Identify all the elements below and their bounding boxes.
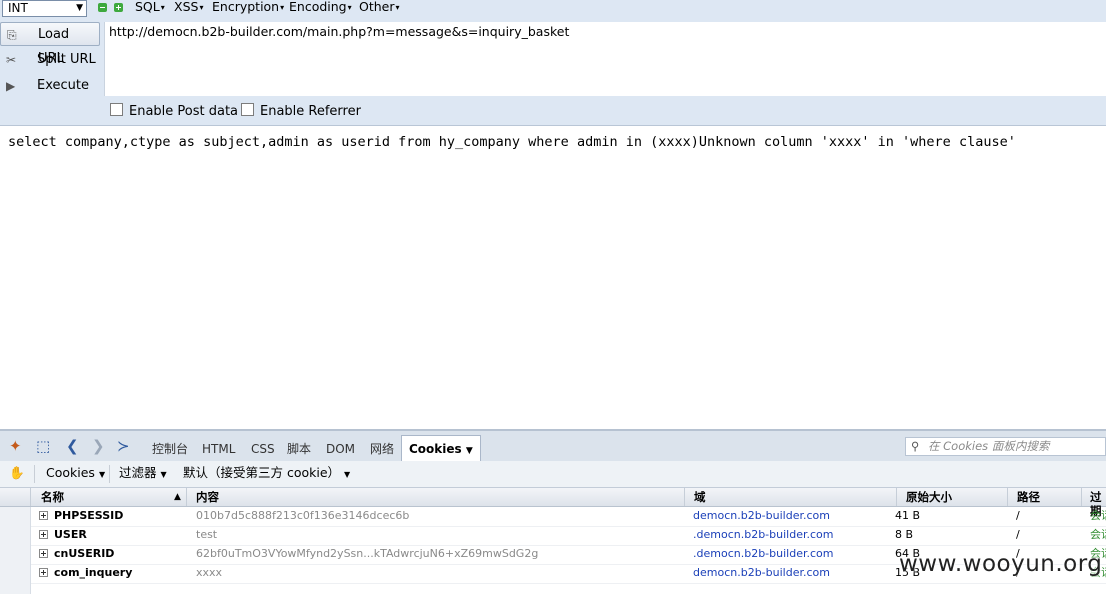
forward-icon[interactable]: ❯: [92, 437, 105, 455]
search-icon: ⚲: [911, 439, 920, 453]
inspect-icon[interactable]: ⬚: [36, 437, 50, 455]
cookie-domain: .democn.b2b-builder.com: [693, 528, 834, 541]
expand-icon[interactable]: [39, 530, 48, 539]
split-url-button[interactable]: ✂ Split URL: [0, 48, 100, 72]
tab-net[interactable]: 网络: [370, 441, 394, 457]
menu-encryption[interactable]: Encryption▾: [212, 0, 284, 16]
watermark: www.wooyun.org: [899, 551, 1103, 577]
table-row[interactable]: PHPSESSID 010b7d5c888f213c0f136e3146dcec…: [31, 507, 1106, 527]
cookie-path: /: [1016, 528, 1020, 541]
type-select-value: INT: [8, 1, 28, 15]
expand-icon[interactable]: [39, 549, 48, 558]
url-textarea[interactable]: http://democn.b2b-builder.com/main.php?m…: [104, 22, 1106, 96]
firebug-tabs-bar: ✦ ⬚ ❮ ❯ ≻ 控制台 HTML CSS 脚本 DOM 网络 Cookies…: [0, 429, 1106, 461]
tab-console[interactable]: 控制台: [152, 441, 188, 457]
tab-css[interactable]: CSS: [251, 441, 275, 457]
sort-ascending-icon: ▲: [174, 492, 181, 502]
execute-button[interactable]: ▶ Execute: [0, 74, 100, 98]
table-row[interactable]: USER test .democn.b2b-builder.com 8 B / …: [31, 526, 1106, 546]
cookies-table-header: 名称 ▲ 内容 域 原始大小 路径 过期: [0, 488, 1106, 518]
cookie-name: USER: [54, 528, 87, 541]
cookie-domain: .democn.b2b-builder.com: [693, 547, 834, 560]
minus-icon[interactable]: [98, 3, 107, 12]
column-path[interactable]: 路径: [1017, 490, 1040, 504]
cookie-permissions-icon[interactable]: ✋: [9, 465, 25, 481]
cookies-toolbar: ✋ Cookies ▼ 过滤器 ▼ 默认（接受第三方 cookie） ▼: [0, 461, 1106, 488]
menu-xss[interactable]: XSS▾: [174, 0, 203, 16]
scissors-icon: ✂: [6, 53, 17, 67]
hackbar-toolbar: INT ▼ SQL▾ XSS▾ Encryption▾ Encoding▾ Ot…: [0, 0, 1106, 18]
column-content[interactable]: 内容: [196, 490, 219, 504]
cookie-value: 62bf0uTmO3VYowMfynd2ySsn...kTAdwrcjuN6+x…: [196, 547, 539, 560]
cookie-expires: 会话: [1090, 509, 1106, 522]
sql-error-message: select company,ctype as subject,admin as…: [8, 134, 1016, 150]
cookie-path: /: [1016, 509, 1020, 522]
plus-icon[interactable]: [114, 3, 123, 12]
cookies-menu[interactable]: Cookies ▼: [46, 465, 105, 483]
enable-post-checkbox[interactable]: Enable Post data: [110, 103, 238, 119]
checkbox-icon: [110, 103, 123, 116]
cookies-search-input[interactable]: ⚲ 在 Cookies 面板内搜索: [905, 437, 1106, 456]
cookie-value: 010b7d5c888f213c0f136e3146dcec6b: [196, 509, 410, 522]
cookie-value: xxxx: [196, 566, 223, 579]
cookie-name: com_inquery: [54, 566, 133, 579]
chevron-down-icon: ▼: [76, 3, 83, 13]
column-size[interactable]: 原始大小: [906, 490, 952, 504]
expand-icon[interactable]: [39, 568, 48, 577]
load-url-button[interactable]: ⎘ Load URL: [0, 22, 100, 66]
column-domain[interactable]: 域: [694, 490, 706, 504]
menu-encoding[interactable]: Encoding▾: [289, 0, 352, 16]
cookie-name: PHPSESSID: [54, 509, 124, 522]
play-icon: ▶: [6, 79, 16, 93]
command-line-icon[interactable]: ≻: [117, 437, 130, 455]
enable-referrer-checkbox[interactable]: Enable Referrer: [241, 103, 361, 119]
tab-cookies[interactable]: Cookies ▼: [401, 435, 481, 461]
menu-sql[interactable]: SQL▾: [135, 0, 165, 16]
hackbar-panel: ⎘ Load URL ✂ Split URL ▶ Execute http://…: [0, 18, 1106, 126]
tab-dom[interactable]: DOM: [326, 441, 355, 457]
table-gutter: [0, 507, 31, 594]
checkbox-icon: [241, 103, 254, 116]
back-icon[interactable]: ❮: [66, 437, 79, 455]
cookie-name: cnUSERID: [54, 547, 115, 560]
cookie-value: test: [196, 528, 218, 541]
type-select[interactable]: INT ▼: [2, 0, 87, 17]
cookie-size: 41 B: [895, 509, 921, 522]
menu-other[interactable]: Other▾: [359, 0, 400, 16]
column-name[interactable]: 名称: [41, 490, 64, 504]
cookie-expires: 会话: [1090, 528, 1106, 541]
cookie-size: 8 B: [895, 528, 914, 541]
filter-menu[interactable]: 过滤器 ▼: [119, 465, 167, 483]
cookie-domain: democn.b2b-builder.com: [693, 566, 830, 579]
load-icon: ⎘: [7, 28, 17, 42]
tab-script[interactable]: 脚本: [287, 441, 311, 457]
expand-icon[interactable]: [39, 511, 48, 520]
default-policy-menu[interactable]: 默认（接受第三方 cookie） ▼: [183, 465, 350, 483]
firebug-icon[interactable]: ✦: [9, 437, 22, 455]
cookie-domain: democn.b2b-builder.com: [693, 509, 830, 522]
tab-html[interactable]: HTML: [202, 441, 235, 457]
